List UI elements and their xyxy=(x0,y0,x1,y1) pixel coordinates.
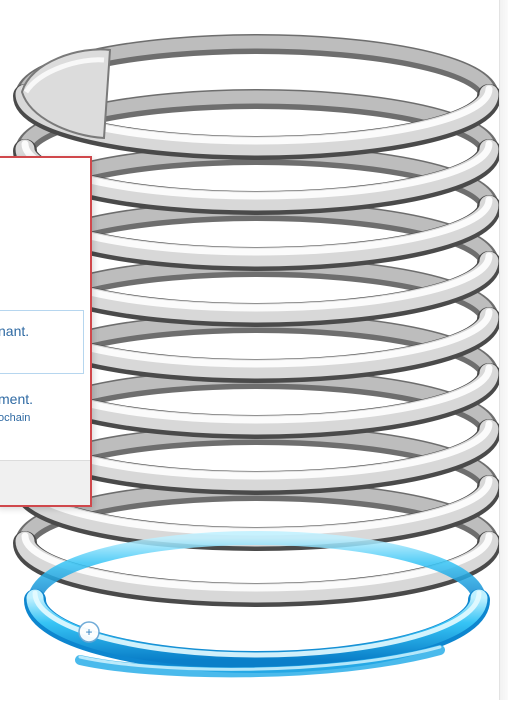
selected-coil-front xyxy=(26,589,488,669)
message-text: ment. xyxy=(0,391,34,407)
dialog-footer xyxy=(0,460,90,505)
panel-edge xyxy=(499,0,508,700)
handle-plus-icon: + xyxy=(85,625,92,639)
spring-coils-front xyxy=(13,48,501,607)
info-box xyxy=(0,310,84,374)
message-subtext: ochain xyxy=(0,412,31,424)
property-dialog: nant. ment. ochain xyxy=(0,156,92,507)
info-text: nant. xyxy=(0,323,30,339)
drag-handle[interactable]: + xyxy=(78,621,100,643)
